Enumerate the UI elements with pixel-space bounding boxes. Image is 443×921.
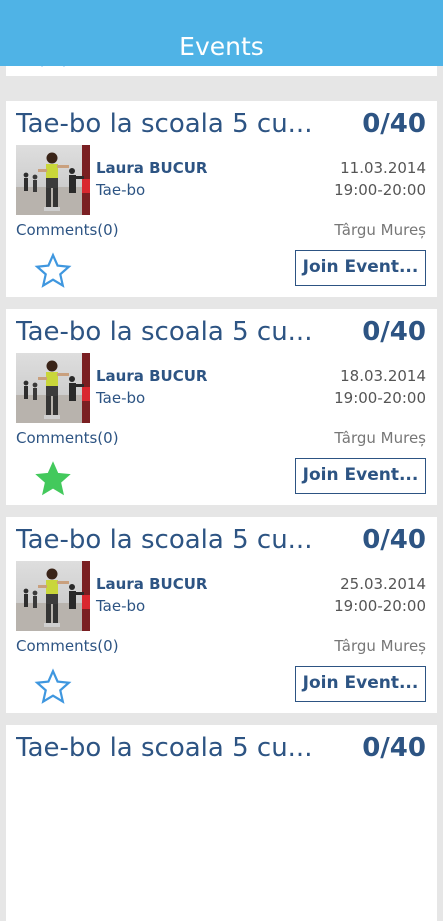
event-city: Târgu Mureș bbox=[334, 429, 426, 447]
organizer-name: Laura BUCUR bbox=[96, 575, 208, 593]
join-event-button[interactable]: Join Event... bbox=[295, 250, 426, 286]
event-date: 11.03.2014 bbox=[340, 159, 426, 177]
participant-count: 0/40 bbox=[362, 317, 426, 347]
join-event-button[interactable]: Join Event... bbox=[295, 666, 426, 702]
event-photo bbox=[16, 145, 90, 215]
join-event-button[interactable]: Join Event... bbox=[295, 458, 426, 494]
event-title: Tae-bo la scoala 5 cu... bbox=[16, 525, 313, 555]
organizer-name: Laura BUCUR bbox=[96, 367, 208, 385]
event-date: 25.03.2014 bbox=[340, 575, 426, 593]
star-outline-icon[interactable] bbox=[34, 668, 72, 706]
star-outline-icon[interactable] bbox=[34, 252, 72, 290]
event-card[interactable]: Tae-bo la scoala 5 cu... 0/40 Laura BUCU… bbox=[6, 309, 437, 505]
event-time: 19:00-20:00 bbox=[334, 181, 426, 199]
star-filled-icon[interactable] bbox=[34, 460, 72, 498]
event-city: Târgu Mureș bbox=[334, 221, 426, 239]
event-title: Tae-bo la scoala 5 cu... bbox=[16, 733, 313, 763]
comments-link[interactable]: Comments(0) bbox=[16, 429, 119, 447]
event-photo bbox=[16, 561, 90, 631]
event-category: Tae-bo bbox=[96, 597, 146, 615]
event-date: 18.03.2014 bbox=[340, 367, 426, 385]
page-title: Events bbox=[179, 32, 264, 61]
organizer-name: Laura BUCUR bbox=[96, 159, 208, 177]
event-title: Tae-bo la scoala 5 cu... bbox=[16, 317, 313, 347]
event-category: Tae-bo bbox=[96, 389, 146, 407]
event-photo bbox=[16, 353, 90, 423]
event-title: Tae-bo la scoala 5 cu... bbox=[16, 109, 313, 139]
event-time: 19:00-20:00 bbox=[334, 597, 426, 615]
comments-link[interactable]: Comments(0) bbox=[16, 221, 119, 239]
app-header: Events bbox=[0, 0, 443, 66]
participant-count: 0/40 bbox=[362, 525, 426, 555]
participant-count: 0/40 bbox=[362, 109, 426, 139]
comments-link[interactable]: Comments(0) bbox=[16, 637, 119, 655]
participant-count: 0/40 bbox=[362, 733, 426, 763]
event-time: 19:00-20:00 bbox=[334, 389, 426, 407]
event-card[interactable]: Tae-bo la scoala 5 cu... 0/40 Laura BUCU… bbox=[6, 101, 437, 297]
event-card-next[interactable]: Tae-bo la scoala 5 cu... 0/40 bbox=[6, 725, 437, 921]
event-card[interactable]: Tae-bo la scoala 5 cu... 0/40 Laura BUCU… bbox=[6, 517, 437, 713]
event-city: Târgu Mureș bbox=[334, 637, 426, 655]
event-category: Tae-bo bbox=[96, 181, 146, 199]
